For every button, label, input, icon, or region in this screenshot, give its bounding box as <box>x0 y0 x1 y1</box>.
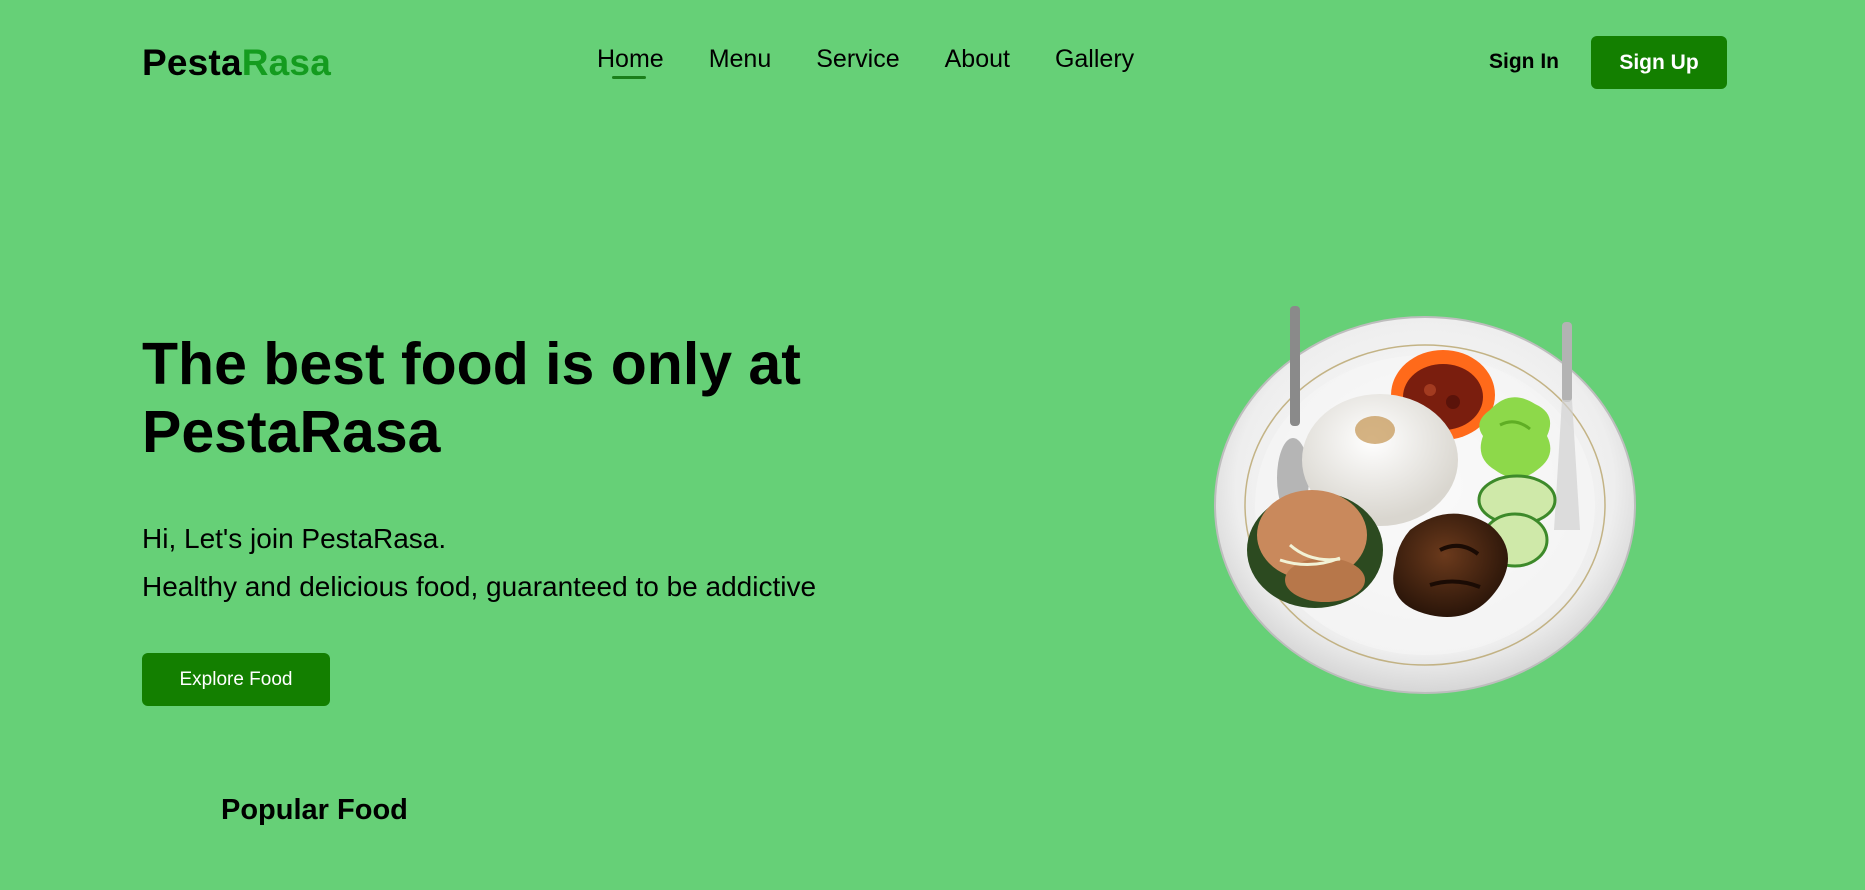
nav-item-service[interactable]: Service <box>816 43 899 75</box>
popular-food-heading: Popular Food <box>221 794 408 826</box>
nav-item-gallery[interactable]: Gallery <box>1055 43 1134 75</box>
nav-item-about[interactable]: About <box>945 43 1010 75</box>
nav-item-home[interactable]: Home <box>597 43 664 79</box>
sign-in-button[interactable]: Sign In <box>1489 50 1559 74</box>
brand-logo[interactable]: PestaRasa <box>142 41 331 85</box>
hero-subtitle-line1: Hi, Let's join PestaRasa. <box>142 523 447 554</box>
brand-logo-part1: Pesta <box>142 42 242 83</box>
hero-title-line1: The best food is only at <box>142 331 801 397</box>
hero-title: The best food is only at PestaRasa <box>142 330 902 466</box>
main-nav: Home Menu Service About Gallery <box>597 43 1134 79</box>
landing-page: PestaRasa Home Menu Service About Galler… <box>0 0 1865 890</box>
hero-subtitle: Hi, Let's join PestaRasa. Healthy and de… <box>142 515 816 611</box>
hero-title-line2: PestaRasa <box>142 399 441 465</box>
hero-food-plate-image <box>1214 306 1636 694</box>
hero-subtitle-line2: Healthy and delicious food, guaranteed t… <box>142 571 817 602</box>
nav-item-menu[interactable]: Menu <box>709 43 772 75</box>
brand-logo-part2: Rasa <box>241 42 331 83</box>
explore-food-button[interactable]: Explore Food <box>142 653 330 706</box>
sign-up-button[interactable]: Sign Up <box>1591 36 1727 89</box>
